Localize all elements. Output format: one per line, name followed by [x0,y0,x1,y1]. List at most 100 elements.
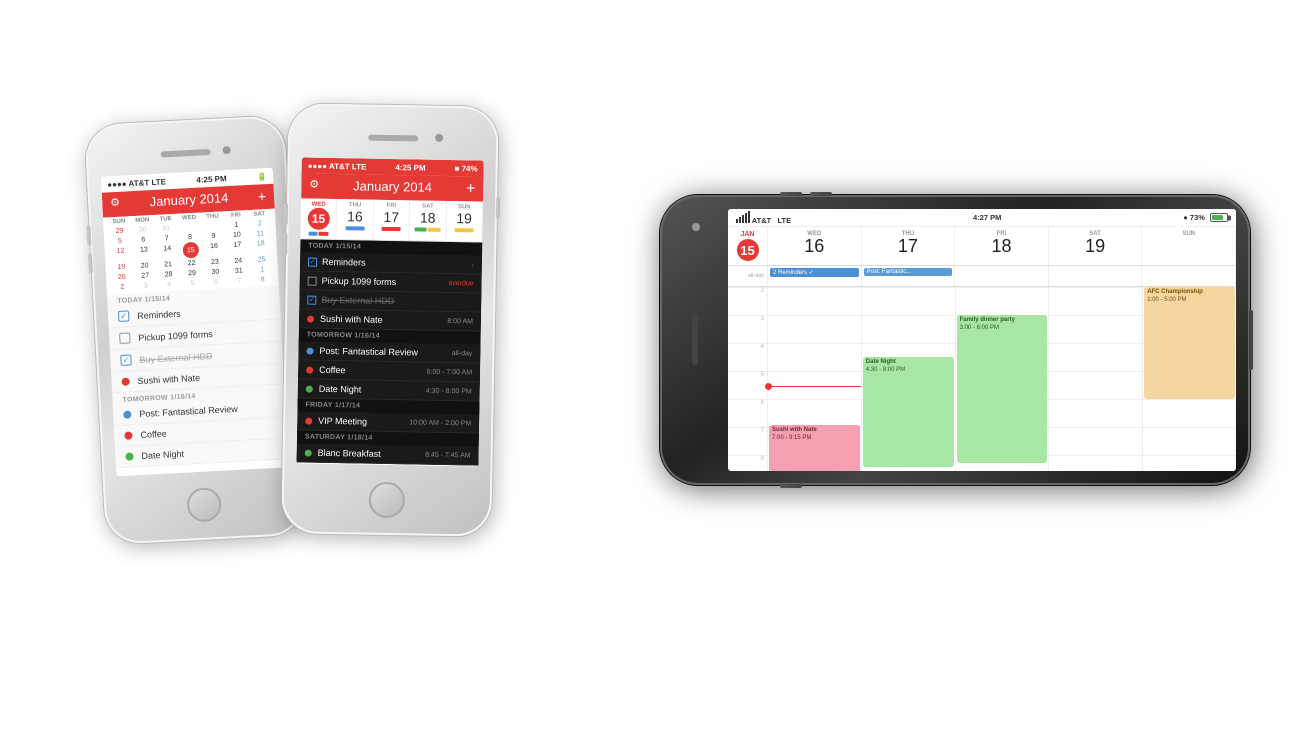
carrier: AT&T LTE [736,211,791,225]
month-title: January 2014 [110,188,267,211]
day-col-16[interactable]: WED16 [768,227,862,265]
carrier: ●●●● AT&T LTE [107,177,166,189]
time-review: all-day [452,350,473,357]
label-hdd: Buy External HDD [321,295,473,308]
agenda-list: TODAY 1/15/14 Reminders Pickup 1099 form… [107,286,288,469]
time-vip: 10:00 AM - 2:00 PM [409,419,471,427]
speaker [692,315,698,365]
screen-left: ●●●● AT&T LTE 4:25 PM 🔋 ⚙ + January 2014… [101,168,288,477]
check-pickup[interactable] [308,276,317,285]
time-coffee: 6:00 - 7:00 AM [427,368,473,376]
time-pickup: overdue [448,280,473,287]
check-hdd[interactable]: ✓ [307,295,316,304]
check-reminders[interactable]: ✓ [308,257,317,266]
hour-5: 5 [728,371,767,399]
vol-up-btn [86,225,91,245]
day-col-18[interactable]: FRI18 [955,227,1049,265]
dot-blanc [305,449,312,456]
label-coffee: Coffee [140,429,167,440]
time: 4:27 PM [973,213,1001,222]
today-num: 15 [737,239,759,261]
vol-up-btn [780,192,802,196]
dot-vip [305,417,312,424]
time-sushi: 8:00 AM [447,318,473,325]
battery: 🔋 [257,172,267,182]
day-18[interactable]: SAT 18 [410,200,447,241]
week-header: JAN 15 WED16 THU17 FRI18 SAT19 SUN [728,227,1236,266]
checkbox-reminders[interactable] [118,310,130,322]
label-pickup: Pickup 1099 forms [138,329,213,343]
time-datenight: 4:30 - 8:00 PM [426,387,472,395]
jan-today-col: JAN 15 [728,227,768,265]
item-blanc[interactable]: Blanc Breakfast 8:45 - 7:45 AM [297,443,479,465]
speaker [368,135,418,142]
camera [222,146,230,154]
dot-datenight [125,452,133,460]
plus-icon[interactable]: + [466,180,476,198]
day-16[interactable]: THU 16 [337,199,374,240]
fri-body: Family dinner party 3:00 - 8:00 PM [956,287,1050,471]
event-datenight-thu[interactable]: Date Night 4:30 - 8:00 PM [863,357,954,467]
label-blanc: Blanc Breakfast [318,448,426,460]
battery: ■ 74% [454,164,477,173]
dot-coffee [306,366,313,373]
vol-dn-btn [810,192,832,196]
phone-center: ●●●● AT&T LTE 4:25 PM ■ 74% ⚙ + January … [281,103,498,537]
label-pickup: Pickup 1099 forms [322,276,449,288]
hour-2: 2 [728,287,767,315]
battery-info: ● 73% [1183,213,1228,223]
hour-7: 7 [728,427,767,455]
screen-center: ●●●● AT&T LTE 4:25 PM ■ 74% ⚙ + January … [296,157,483,466]
dot-sushi [307,315,314,322]
screen-landscape: AT&T LTE 4:27 PM ● 73% JAN 15 WED16 [728,209,1236,471]
event-family-dinner[interactable]: Family dinner party 3:00 - 8:00 PM [957,315,1048,463]
plus-icon[interactable]: + [257,188,266,204]
week-strip: WED 15 THU 16 FRI 17 SAT 18 SUN 19 [300,198,483,242]
allday-sun [1142,266,1236,286]
home-button [369,482,406,519]
day-col-sun[interactable]: SUN [1142,227,1236,265]
dot-coffee [124,431,132,439]
vol-up-btn [284,203,288,225]
sat-body [1049,287,1143,471]
camera [435,134,443,142]
hour-6: 6 [728,399,767,427]
event-sushi[interactable]: Sushi with Nate 7:00 - 9:15 PM [769,425,860,471]
phone-left: ●●●● AT&T LTE 4:25 PM 🔋 ⚙ + January 2014… [84,115,306,545]
allday-thu: Post: Fantastic... [862,266,956,286]
allday-wed-event[interactable]: 2 Reminders ✓ [770,268,859,277]
home-button [186,487,222,523]
dot-sushi [121,377,129,385]
allday-row: all-day 2 Reminders ✓ Post: Fantastic... [728,266,1236,287]
day-col-19[interactable]: SAT19 [1049,227,1143,265]
day-17[interactable]: FRI 17 [373,200,410,241]
allday-label: all-day [728,266,768,286]
time-blanc: 8:45 - 7:45 AM [425,451,471,459]
current-time-line [768,386,861,387]
checkbox-pickup[interactable] [119,332,131,344]
allday-sat [1049,266,1143,286]
chevron-icon: › [471,260,474,269]
gear-icon[interactable]: ⚙ [110,196,121,209]
day-col-17[interactable]: THU17 [862,227,956,265]
thu-body: Date Night 4:30 - 8:00 PM [862,287,956,471]
event-afc[interactable]: AFC Championship 1:00 - 5:00 PM [1144,287,1235,399]
label-reminders: Reminders [322,257,467,270]
phone-landscape: AT&T LTE 4:27 PM ● 73% JAN 15 WED16 [660,195,1250,485]
label-sushi: Sushi with Nate [137,373,200,386]
label-review: Post: Fantastical Review [319,346,452,358]
label-datenight: Date Night [141,449,184,461]
vol-dn-btn [88,253,93,273]
hour-3: 3 [728,315,767,343]
agenda-dark: TODAY 1/15/14 ✓ Reminders › Pickup 1099 … [297,239,483,465]
gear-icon[interactable]: ⚙ [309,178,319,191]
allday-wed: 2 Reminders ✓ [768,266,862,286]
day-15[interactable]: WED 15 [300,198,337,239]
label-datenight: Date Night [319,384,426,396]
checkbox-hdd[interactable] [120,354,132,366]
allday-thu-event[interactable]: Post: Fantastic... [864,268,953,276]
label-sushi: Sushi with Nate [320,314,447,326]
day-19[interactable]: SUN 19 [446,201,483,242]
time-gutter: 2 3 4 5 6 7 8 9 [728,287,768,471]
label-hdd: Buy External HDD [139,351,212,365]
